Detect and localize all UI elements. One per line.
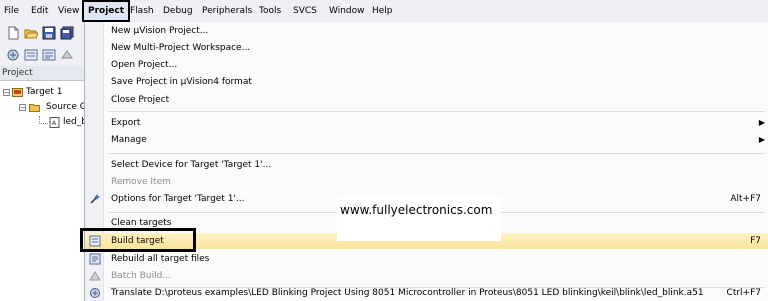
target-icon	[12, 88, 23, 97]
save-icon[interactable]	[42, 26, 56, 40]
menu-item-export[interactable]: Export ▶	[85, 115, 768, 131]
menu-item-label: Options for Target 'Target 1'...	[111, 194, 245, 204]
open-folder-icon[interactable]	[24, 26, 38, 40]
toolbar-file	[0, 22, 84, 45]
project-tree: − Target 1 − Source G A led_b	[0, 81, 87, 301]
menu-item-label: New Multi-Project Workspace...	[111, 43, 251, 53]
menu-item-open-project[interactable]: Open Project...	[85, 57, 768, 73]
toolbar-build	[0, 44, 84, 67]
submenu-arrow-icon: ▶	[758, 118, 765, 127]
tree-item-file[interactable]: A led_b	[0, 116, 87, 129]
menu-item-label: Export	[111, 118, 141, 128]
translate-icon[interactable]	[6, 48, 20, 62]
menu-item-shortcut: Ctrl+F7	[726, 288, 761, 298]
menu-item-select-device[interactable]: Select Device for Target 'Target 1'...	[85, 157, 768, 173]
tree-connector	[39, 116, 48, 124]
asm-file-icon: A	[49, 117, 60, 128]
build-target-callout	[80, 228, 196, 252]
menu-item-label: Translate D:\proteus examples\LED Blinki…	[111, 288, 704, 298]
menu-item-label: Batch Build...	[111, 271, 171, 281]
menu-item-remove-item: Remove Item	[85, 174, 768, 190]
menu-item-label: Open Project...	[111, 60, 178, 70]
tree-item-source-group[interactable]: − Source G	[0, 101, 87, 114]
menu-item-label: Remove Item	[111, 177, 171, 187]
collapse-icon[interactable]: −	[3, 89, 10, 97]
menu-window[interactable]: Window	[329, 0, 365, 22]
menu-project[interactable]: Project	[82, 0, 131, 22]
options-wand-icon	[89, 193, 101, 205]
menu-debug[interactable]: Debug	[163, 0, 193, 22]
menu-peripherals[interactable]: Peripherals	[202, 0, 252, 22]
menu-edit[interactable]: Edit	[31, 0, 48, 22]
translate-icon	[89, 287, 101, 299]
menu-item-new-project[interactable]: New µVision Project...	[85, 23, 768, 39]
menu-item-label: New µVision Project...	[111, 26, 209, 36]
rebuild-icon[interactable]	[42, 48, 56, 62]
submenu-arrow-icon: ▶	[758, 135, 765, 144]
save-all-icon[interactable]	[60, 26, 74, 40]
new-file-icon[interactable]	[6, 26, 20, 40]
menu-item-label: Save Project in µVision4 format	[111, 77, 252, 87]
menu-item-label: Close Project	[111, 95, 170, 105]
rebuild-icon	[89, 253, 101, 265]
menu-tools[interactable]: Tools	[259, 0, 281, 22]
batch-build-icon[interactable]	[60, 48, 74, 62]
menu-item-label: Select Device for Target 'Target 1'...	[111, 160, 272, 170]
watermark-box: www.fullyelectronics.com	[337, 197, 501, 241]
menu-item-new-workspace[interactable]: New Multi-Project Workspace...	[85, 40, 768, 56]
menu-item-label: Rebuild all target files	[111, 254, 210, 264]
watermark-text: www.fullyelectronics.com	[340, 203, 493, 217]
menu-item-shortcut: F7	[750, 236, 761, 246]
tree-label: Target 1	[26, 87, 63, 97]
menu-view[interactable]: View	[58, 0, 79, 22]
menu-item-batch-build: Batch Build...	[85, 268, 768, 284]
menu-item-manage[interactable]: Manage ▶	[85, 132, 768, 148]
tree-label: Source G	[46, 102, 87, 112]
menu-item-translate[interactable]: Translate D:\proteus examples\LED Blinki…	[85, 285, 768, 301]
build-icon[interactable]	[24, 48, 38, 62]
batch-build-icon	[89, 270, 101, 282]
menu-svcs[interactable]: SVCS	[293, 0, 317, 22]
menu-flash[interactable]: Flash	[130, 0, 154, 22]
menu-item-save-project-format[interactable]: Save Project in µVision4 format	[85, 74, 768, 90]
menu-item-rebuild-all[interactable]: Rebuild all target files	[85, 251, 768, 267]
menu-help[interactable]: Help	[372, 0, 393, 22]
menu-item-shortcut: Alt+F7	[730, 194, 761, 204]
menu-separator	[109, 111, 765, 112]
menu-separator	[109, 153, 765, 154]
collapse-icon[interactable]: −	[19, 104, 26, 112]
menu-file[interactable]: File	[4, 0, 19, 22]
menu-bar: File Edit View Project Flash Debug Perip…	[0, 0, 768, 23]
menu-item-close-project[interactable]: Close Project	[85, 92, 768, 108]
folder-icon	[29, 104, 40, 112]
project-menu-dropdown: New µVision Project... New Multi-Project…	[84, 22, 768, 301]
tree-item-target[interactable]: − Target 1	[0, 86, 84, 99]
project-panel-title: Project	[0, 66, 84, 81]
menu-item-label: Manage	[111, 135, 147, 145]
